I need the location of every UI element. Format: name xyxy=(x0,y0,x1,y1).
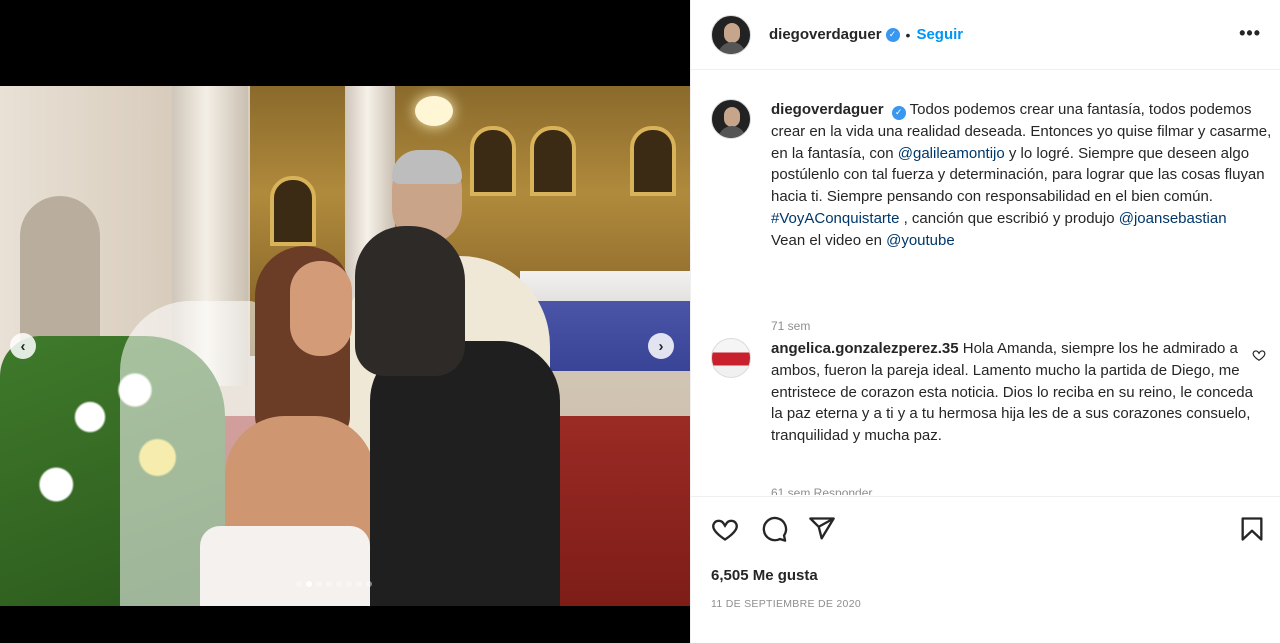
carousel-dot xyxy=(296,581,302,587)
caption-avatar[interactable] xyxy=(711,99,751,139)
mention-link[interactable]: @youtube xyxy=(886,232,955,249)
mention-link[interactable]: @joansebastian xyxy=(1119,210,1227,227)
action-bar xyxy=(711,515,1266,545)
carousel-indicator xyxy=(296,581,372,587)
comment-icon[interactable] xyxy=(760,515,788,543)
carousel-dot xyxy=(316,581,322,587)
carousel-dot xyxy=(366,581,372,587)
mention-link[interactable]: @galileamontijo xyxy=(898,145,1005,162)
actions-section: 6,505 Me gusta 11 DE SEPTIEMBRE DE 2020 xyxy=(691,496,1280,643)
comments-section[interactable]: diegoverdaguer ✓ Todos podemos crear una… xyxy=(691,71,1280,495)
verified-icon: ✓ xyxy=(885,27,900,42)
avatar[interactable] xyxy=(711,14,751,55)
comment-meta[interactable]: 61 sem Responder xyxy=(771,486,872,495)
caption-text-3: , canción que escribió y produjo xyxy=(903,209,1119,227)
caption-text-4: Vean el video en xyxy=(771,231,887,249)
comment-avatar[interactable] xyxy=(711,338,751,378)
carousel-dot xyxy=(326,581,332,587)
post-details: diegoverdaguer ✓ • Seguir ••• diegoverda… xyxy=(690,0,1280,643)
post-photo[interactable] xyxy=(0,86,690,606)
post-date: 11 DE SEPTIEMBRE DE 2020 xyxy=(711,598,861,610)
hashtag-link[interactable]: #VoyAConquistarte xyxy=(771,210,899,227)
chevron-left-icon: ‹ xyxy=(20,337,26,355)
carousel-dot xyxy=(306,581,312,587)
share-icon[interactable] xyxy=(808,515,836,543)
verified-icon: ✓ xyxy=(891,105,906,120)
post-header: diegoverdaguer ✓ • Seguir ••• xyxy=(691,0,1280,70)
chevron-right-icon: › xyxy=(658,337,664,355)
likes-count[interactable]: 6,505 Me gusta xyxy=(711,567,818,584)
comment-username[interactable]: angelica.gonzalezperez.35 xyxy=(771,340,959,357)
carousel-next-button[interactable]: › xyxy=(648,333,674,359)
follow-button[interactable]: Seguir xyxy=(916,26,963,43)
carousel-dot xyxy=(346,581,352,587)
caption-timestamp[interactable]: 71 sem xyxy=(771,319,810,333)
bookmark-icon[interactable] xyxy=(1238,515,1266,543)
carousel-dot xyxy=(336,581,342,587)
more-options-icon[interactable]: ••• xyxy=(1239,24,1261,42)
header-username[interactable]: diegoverdaguer xyxy=(769,26,882,43)
comment-like-icon[interactable] xyxy=(1252,348,1266,362)
heart-icon[interactable] xyxy=(711,515,739,543)
separator: • xyxy=(905,26,911,43)
carousel-prev-button[interactable]: ‹ xyxy=(10,333,36,359)
caption-username[interactable]: diegoverdaguer xyxy=(771,101,884,118)
carousel-dot xyxy=(356,581,362,587)
media-pane: ‹ › xyxy=(0,0,690,643)
